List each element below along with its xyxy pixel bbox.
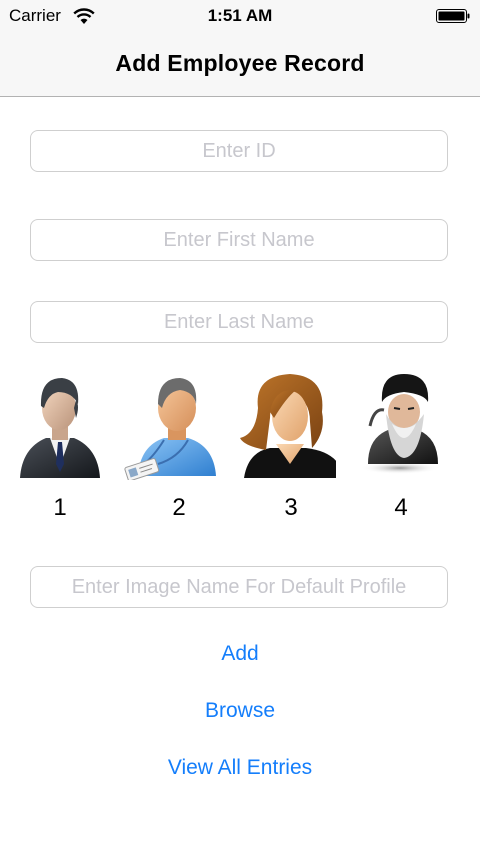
view-all-entries-button[interactable]: View All Entries	[0, 756, 480, 780]
businessman-avatar-icon	[20, 378, 100, 478]
employee-badge-avatar-icon	[124, 378, 216, 480]
page-title: Add Employee Record	[115, 50, 365, 76]
avatar-option-1[interactable]	[12, 368, 108, 480]
avatar-number-4: 4	[394, 494, 408, 521]
avatar-number-1: 1	[53, 494, 67, 521]
first-name-input[interactable]	[30, 219, 448, 261]
avatar-option-3[interactable]	[240, 368, 336, 480]
avatar-option-4[interactable]	[354, 368, 450, 480]
woman-avatar-icon	[240, 374, 336, 478]
add-button[interactable]: Add	[0, 642, 480, 666]
battery-icon	[436, 9, 470, 23]
clock-label: 1:51 AM	[207, 6, 273, 25]
status-bar: Carrier 1:51 AM	[0, 0, 480, 32]
avatar-number-2: 2	[172, 494, 186, 521]
last-name-input[interactable]	[30, 301, 448, 343]
avatar-option-2[interactable]	[124, 368, 220, 480]
navigation-bar: Add Employee Record	[0, 32, 480, 97]
bearded-cleric-avatar-icon	[360, 374, 440, 474]
browse-button[interactable]: Browse	[0, 699, 480, 723]
image-name-input[interactable]	[30, 566, 448, 608]
employee-id-input[interactable]	[30, 130, 448, 172]
avatar-number-3: 3	[284, 494, 298, 521]
